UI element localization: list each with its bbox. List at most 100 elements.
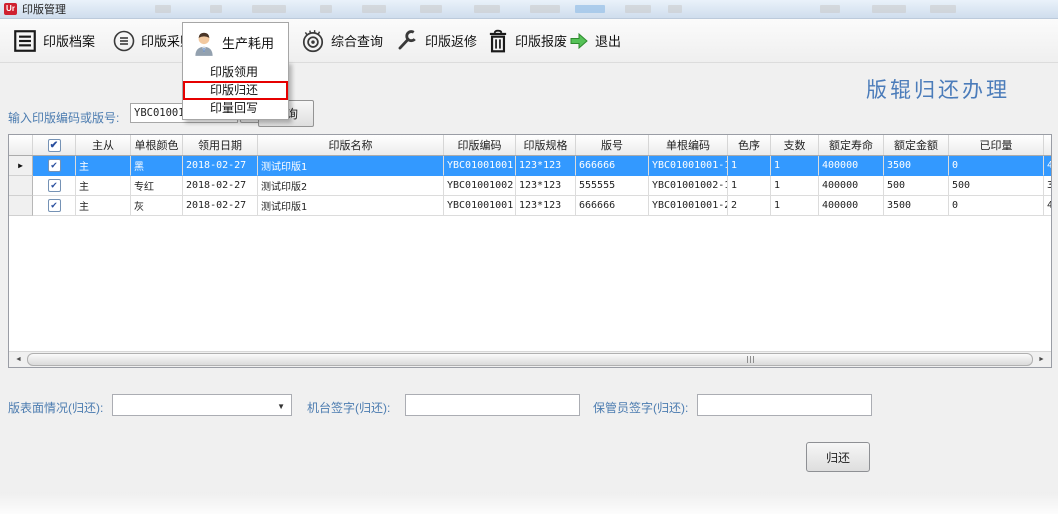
- titlebar-artifact: [530, 5, 560, 13]
- toolbar-item-exit[interactable]: 退出: [568, 19, 621, 62]
- table-cell-master: 主: [76, 196, 131, 216]
- header-cell-rowheader[interactable]: [9, 135, 33, 155]
- table-cell-name: 测试印版2: [258, 176, 444, 196]
- row-selector[interactable]: [9, 176, 33, 196]
- checkbox-icon[interactable]: ✔: [48, 159, 61, 172]
- table-cell-spec: 123*123: [516, 156, 576, 176]
- table-cell-code: YBC01001002: [444, 176, 516, 196]
- header-cell-pieces[interactable]: 支数: [771, 135, 819, 155]
- table-cell-pieces: 1: [771, 156, 819, 176]
- table-cell-master: 主: [76, 156, 131, 176]
- header-cell-date[interactable]: 领用日期: [183, 135, 258, 155]
- header-cell-name[interactable]: 印版名称: [258, 135, 444, 155]
- table-cell-rated_amount: 3500: [884, 196, 949, 216]
- repair-wrench-icon: [394, 28, 420, 54]
- table-cell-unit_code: YBC01001001-2: [649, 196, 728, 216]
- app-logo-icon: Ur: [4, 3, 17, 15]
- table-cell-clipped: 4: [1044, 196, 1052, 216]
- header-cell-rated_life[interactable]: 额定寿命: [819, 135, 884, 155]
- scroll-left-icon[interactable]: ◄: [11, 353, 26, 366]
- header-cell-printed[interactable]: 已印量: [949, 135, 1044, 155]
- table-cell-clipped: 4: [1044, 156, 1052, 176]
- table-row[interactable]: ▶✔主黑2018-02-27测试印版1YBC01001001123*123666…: [9, 156, 1051, 176]
- return-button[interactable]: 归还: [806, 442, 870, 472]
- header-cell-color[interactable]: 单根颜色: [131, 135, 183, 155]
- row-selector[interactable]: [9, 196, 33, 216]
- header-cell-master[interactable]: 主从: [76, 135, 131, 155]
- toolbar-item-plate-archive[interactable]: 印版档案: [12, 19, 95, 62]
- keeper-sign-input[interactable]: [697, 394, 872, 416]
- table-cell-printed: 0: [949, 156, 1044, 176]
- table-cell-rated_amount: 500: [884, 176, 949, 196]
- plate-archive-icon: [12, 28, 38, 54]
- checkbox-icon[interactable]: ✔: [48, 199, 61, 212]
- header-cell-plate_no[interactable]: 版号: [576, 135, 649, 155]
- footer-strip: [0, 492, 1058, 514]
- purchase-inbound-icon: [112, 29, 136, 53]
- toolbar-item-plate-repair[interactable]: 印版返修: [394, 19, 477, 62]
- table-cell-rated_amount: 3500: [884, 156, 949, 176]
- row-selector[interactable]: ▶: [9, 156, 33, 176]
- menu-item-print-writeback[interactable]: 印量回写: [183, 100, 288, 117]
- toolbar-item-combined-query[interactable]: 综合查询: [300, 19, 383, 62]
- header-cell-color_seq[interactable]: 色序: [728, 135, 771, 155]
- chevron-down-icon: ▼: [277, 402, 285, 411]
- header-cell-check[interactable]: ✔: [33, 135, 76, 155]
- table-cell-rated_life: 400000: [819, 176, 884, 196]
- toolbar-item-plate-scrap[interactable]: 印版报废: [486, 19, 567, 62]
- exit-arrow-icon: [568, 31, 590, 51]
- table-cell-date: 2018-02-27: [183, 176, 258, 196]
- table-cell-plate_no: 666666: [576, 196, 649, 216]
- titlebar-artifact: [668, 5, 682, 13]
- titlebar-artifact: [420, 5, 442, 13]
- plate-grid: ✔ 主从单根颜色领用日期印版名称印版编码印版规格版号单根编码色序支数额定寿命额定金…: [8, 134, 1052, 368]
- machine-sign-input[interactable]: [405, 394, 580, 416]
- titlebar-artifact: [320, 5, 332, 13]
- toolbar-item-production-use[interactable]: 生产耗用: [182, 22, 289, 62]
- table-cell-color_seq: 1: [728, 176, 771, 196]
- current-row-arrow-icon: ▶: [18, 161, 23, 170]
- titlebar-artifact: [210, 5, 222, 13]
- header-cell-rated_amount[interactable]: 额定金额: [884, 135, 949, 155]
- table-row[interactable]: ✔主灰2018-02-27测试印版1YBC01001001123*1236666…: [9, 196, 1051, 216]
- toolbar-item-label: 印版报废: [515, 31, 567, 50]
- menu-item-plate-issue[interactable]: 印版领用: [183, 64, 288, 81]
- table-cell-color: 灰: [131, 196, 183, 216]
- table-cell-printed: 0: [949, 196, 1044, 216]
- table-cell-color_seq: 1: [728, 156, 771, 176]
- view-eye-icon: [300, 28, 326, 54]
- table-cell-pieces: 1: [771, 196, 819, 216]
- table-row[interactable]: ✔主专红2018-02-27测试印版2YBC01001002123*123555…: [9, 176, 1051, 196]
- row-checkbox-cell: ✔: [33, 176, 76, 196]
- header-cell-code[interactable]: 印版编码: [444, 135, 516, 155]
- header-cell-unit_code[interactable]: 单根编码: [649, 135, 728, 155]
- table-cell-spec: 123*123: [516, 176, 576, 196]
- table-cell-color_seq: 2: [728, 196, 771, 216]
- page-title: 版辊归还办理: [866, 74, 1010, 104]
- row-checkbox-cell: ✔: [33, 196, 76, 216]
- grid-body: ▶✔主黑2018-02-27测试印版1YBC01001001123*123666…: [9, 156, 1051, 216]
- table-cell-unit_code: YBC01001002-1: [649, 176, 728, 196]
- menu-item-plate-return[interactable]: 印版归还: [183, 81, 288, 100]
- scrollbar-grip-icon: [747, 356, 756, 363]
- header-cell-spec[interactable]: 印版规格: [516, 135, 576, 155]
- table-cell-plate_no: 666666: [576, 156, 649, 176]
- titlebar-artifact: [625, 5, 651, 13]
- toolbar-item-label: 印版返修: [425, 31, 477, 50]
- checkbox-icon[interactable]: ✔: [48, 179, 61, 192]
- horizontal-scrollbar[interactable]: ◄ ►: [9, 351, 1051, 367]
- table-cell-color: 黑: [131, 156, 183, 176]
- keeper-sign-label: 保管员签字(归还):: [593, 399, 688, 416]
- header-cell-clipped[interactable]: [1044, 135, 1052, 155]
- scrollbar-thumb[interactable]: [27, 353, 1033, 366]
- row-checkbox-cell: ✔: [33, 156, 76, 176]
- titlebar-artifact: [252, 5, 286, 13]
- table-cell-unit_code: YBC01001001-1: [649, 156, 728, 176]
- titlebar-artifact: [362, 5, 386, 13]
- titlebar-artifact: [155, 5, 171, 13]
- scroll-right-icon[interactable]: ►: [1034, 353, 1049, 366]
- titlebar-artifact: [930, 5, 956, 13]
- surface-condition-combobox[interactable]: ▼: [112, 394, 292, 416]
- checkbox-icon[interactable]: ✔: [48, 139, 61, 152]
- production-use-menu: 印版领用 印版归还 印量回写: [182, 61, 289, 120]
